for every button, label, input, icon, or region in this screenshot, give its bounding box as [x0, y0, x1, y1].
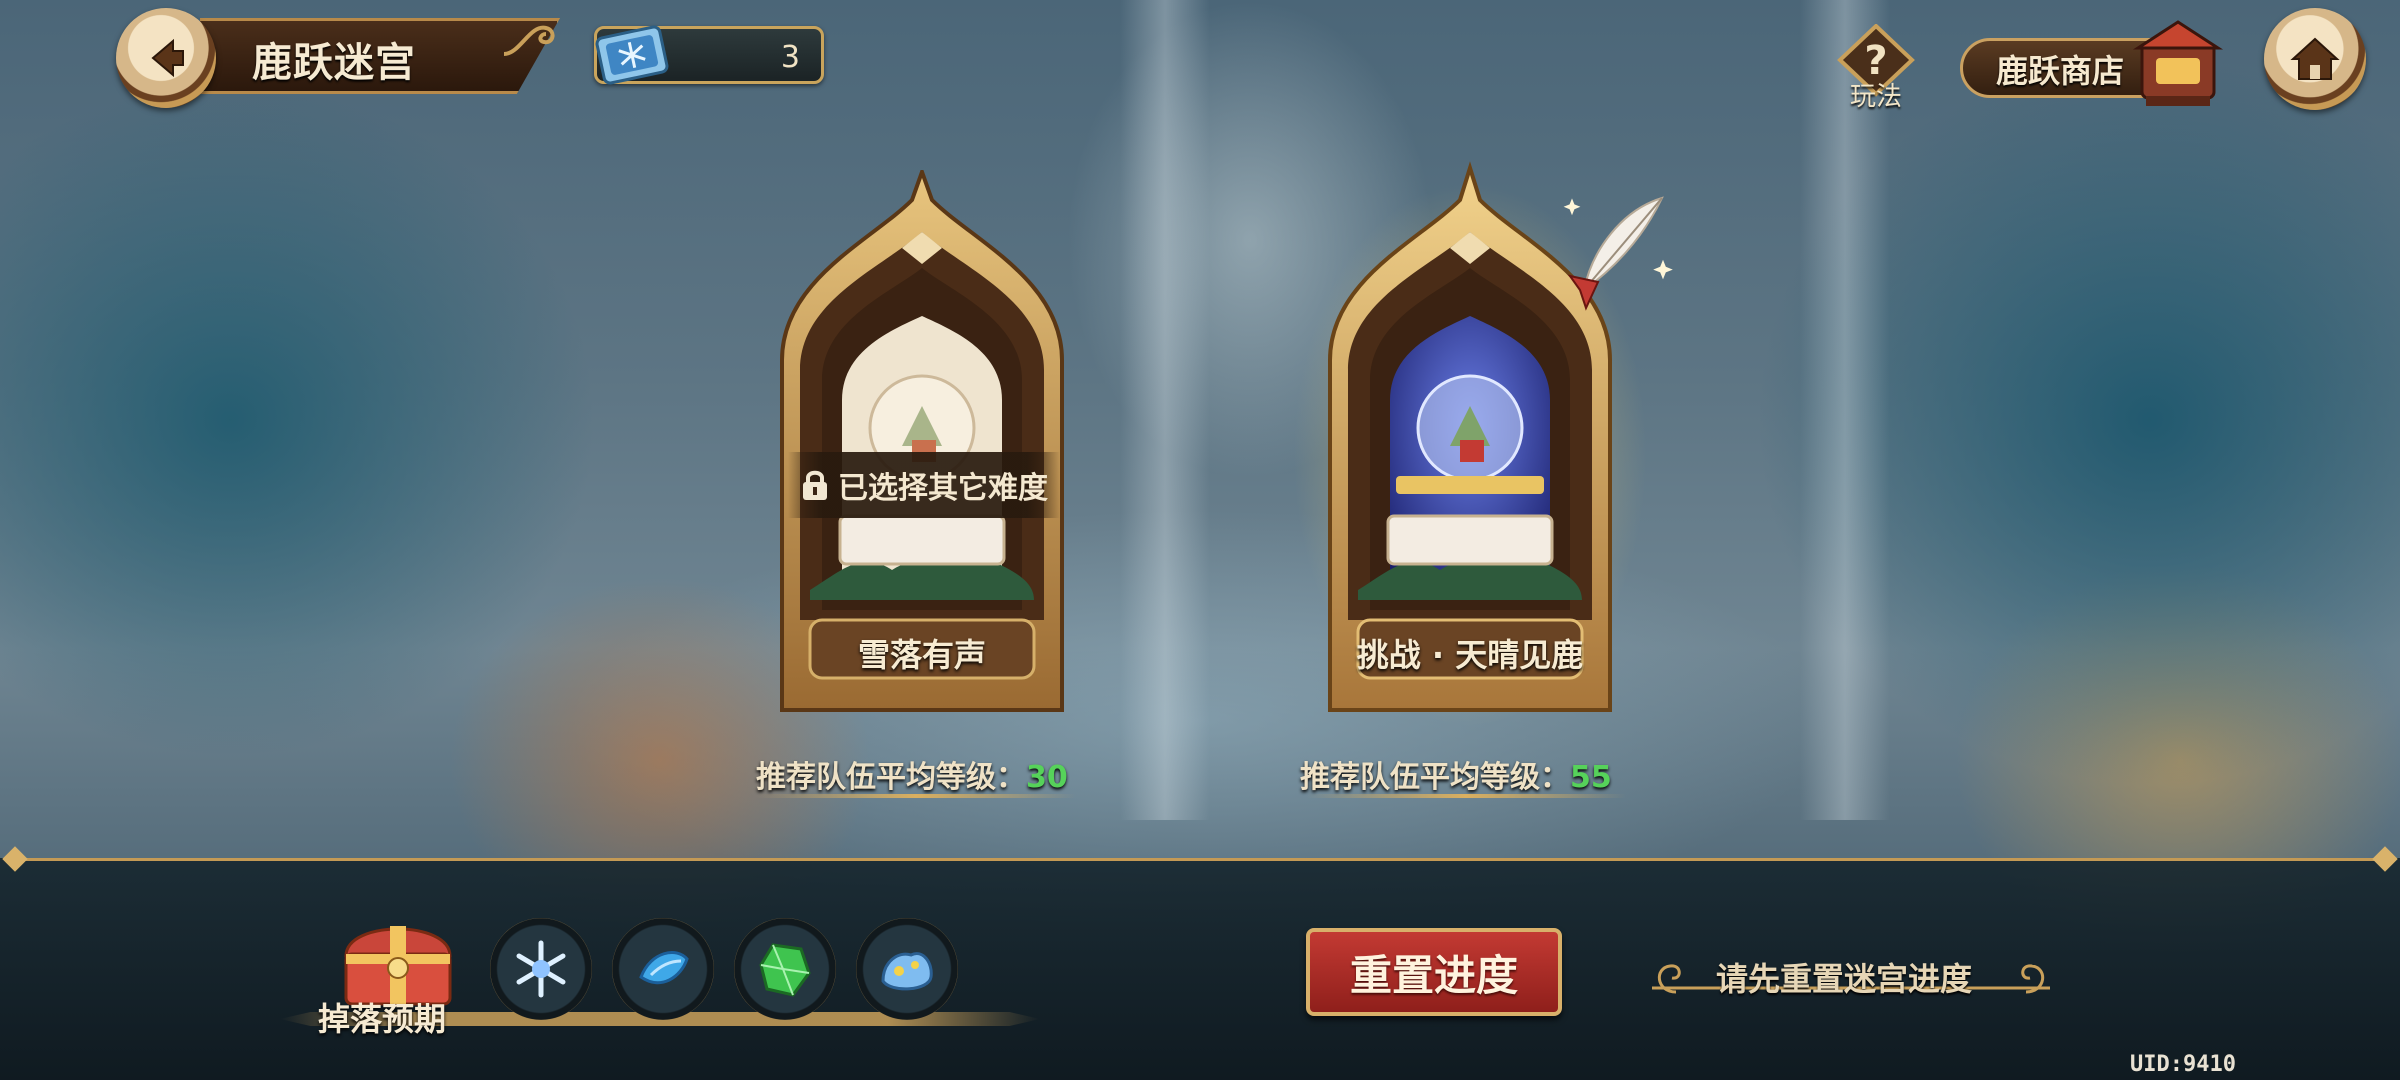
shop-stall-icon[interactable]	[2132, 14, 2224, 110]
locked-text: 已选择其它难度	[838, 471, 1048, 506]
drops-label: 掉落预期	[318, 1000, 447, 1038]
blue-gem-icon	[639, 951, 689, 985]
locked-banner: 已选择其它难度	[788, 452, 1060, 518]
difficulty-name: 挑战 · 天晴见鹿	[1356, 636, 1584, 674]
drop-item-slot[interactable]	[734, 918, 836, 1020]
drop-item-slot[interactable]	[612, 918, 714, 1020]
home-button[interactable]	[2264, 8, 2366, 110]
help-label: 玩法	[1849, 82, 1902, 112]
ticket-count: 3	[780, 40, 800, 75]
recommended-level-value: 55	[1570, 760, 1612, 795]
page-title: 鹿跃迷宫	[252, 40, 416, 86]
recommended-level-value: 30	[1026, 760, 1068, 795]
title-flourish-icon	[503, 25, 555, 56]
snowflake-crystal-icon	[516, 940, 566, 998]
reset-hint-text: 请先重置迷宫进度	[1716, 960, 1973, 998]
shop-label: 鹿跃商店	[1996, 52, 2125, 90]
drop-item-slot[interactable]	[856, 918, 958, 1020]
recommended-level-normal: 推荐队伍平均等级：30	[756, 752, 1068, 796]
recommended-level-label: 推荐队伍平均等级：	[1300, 760, 1570, 795]
home-icon	[2290, 37, 2340, 80]
ice-ore-icon	[881, 952, 933, 991]
back-button[interactable]	[116, 8, 216, 108]
reset-progress-label: 重置进度	[1349, 950, 1518, 1000]
reset-progress-button[interactable]: 重置进度	[1306, 928, 1562, 1016]
drop-item-slot[interactable]	[490, 918, 592, 1020]
divider	[1306, 794, 1626, 798]
lock-icon	[803, 470, 827, 500]
difficulty-name: 雪落有声	[857, 636, 986, 674]
recommended-level-label: 推荐队伍平均等级：	[756, 760, 1026, 795]
recommended-level-challenge: 推荐队伍平均等级：55	[1300, 752, 1612, 796]
back-arrow-icon	[151, 38, 184, 78]
green-crystal-icon	[759, 943, 811, 997]
divider	[756, 794, 1076, 798]
divider	[10, 858, 2390, 861]
difficulty-card-normal[interactable]: 雪落有声	[752, 170, 1092, 730]
quill-feather-icon	[1563, 196, 1673, 311]
user-id: UID:9410	[2130, 1052, 2236, 1077]
